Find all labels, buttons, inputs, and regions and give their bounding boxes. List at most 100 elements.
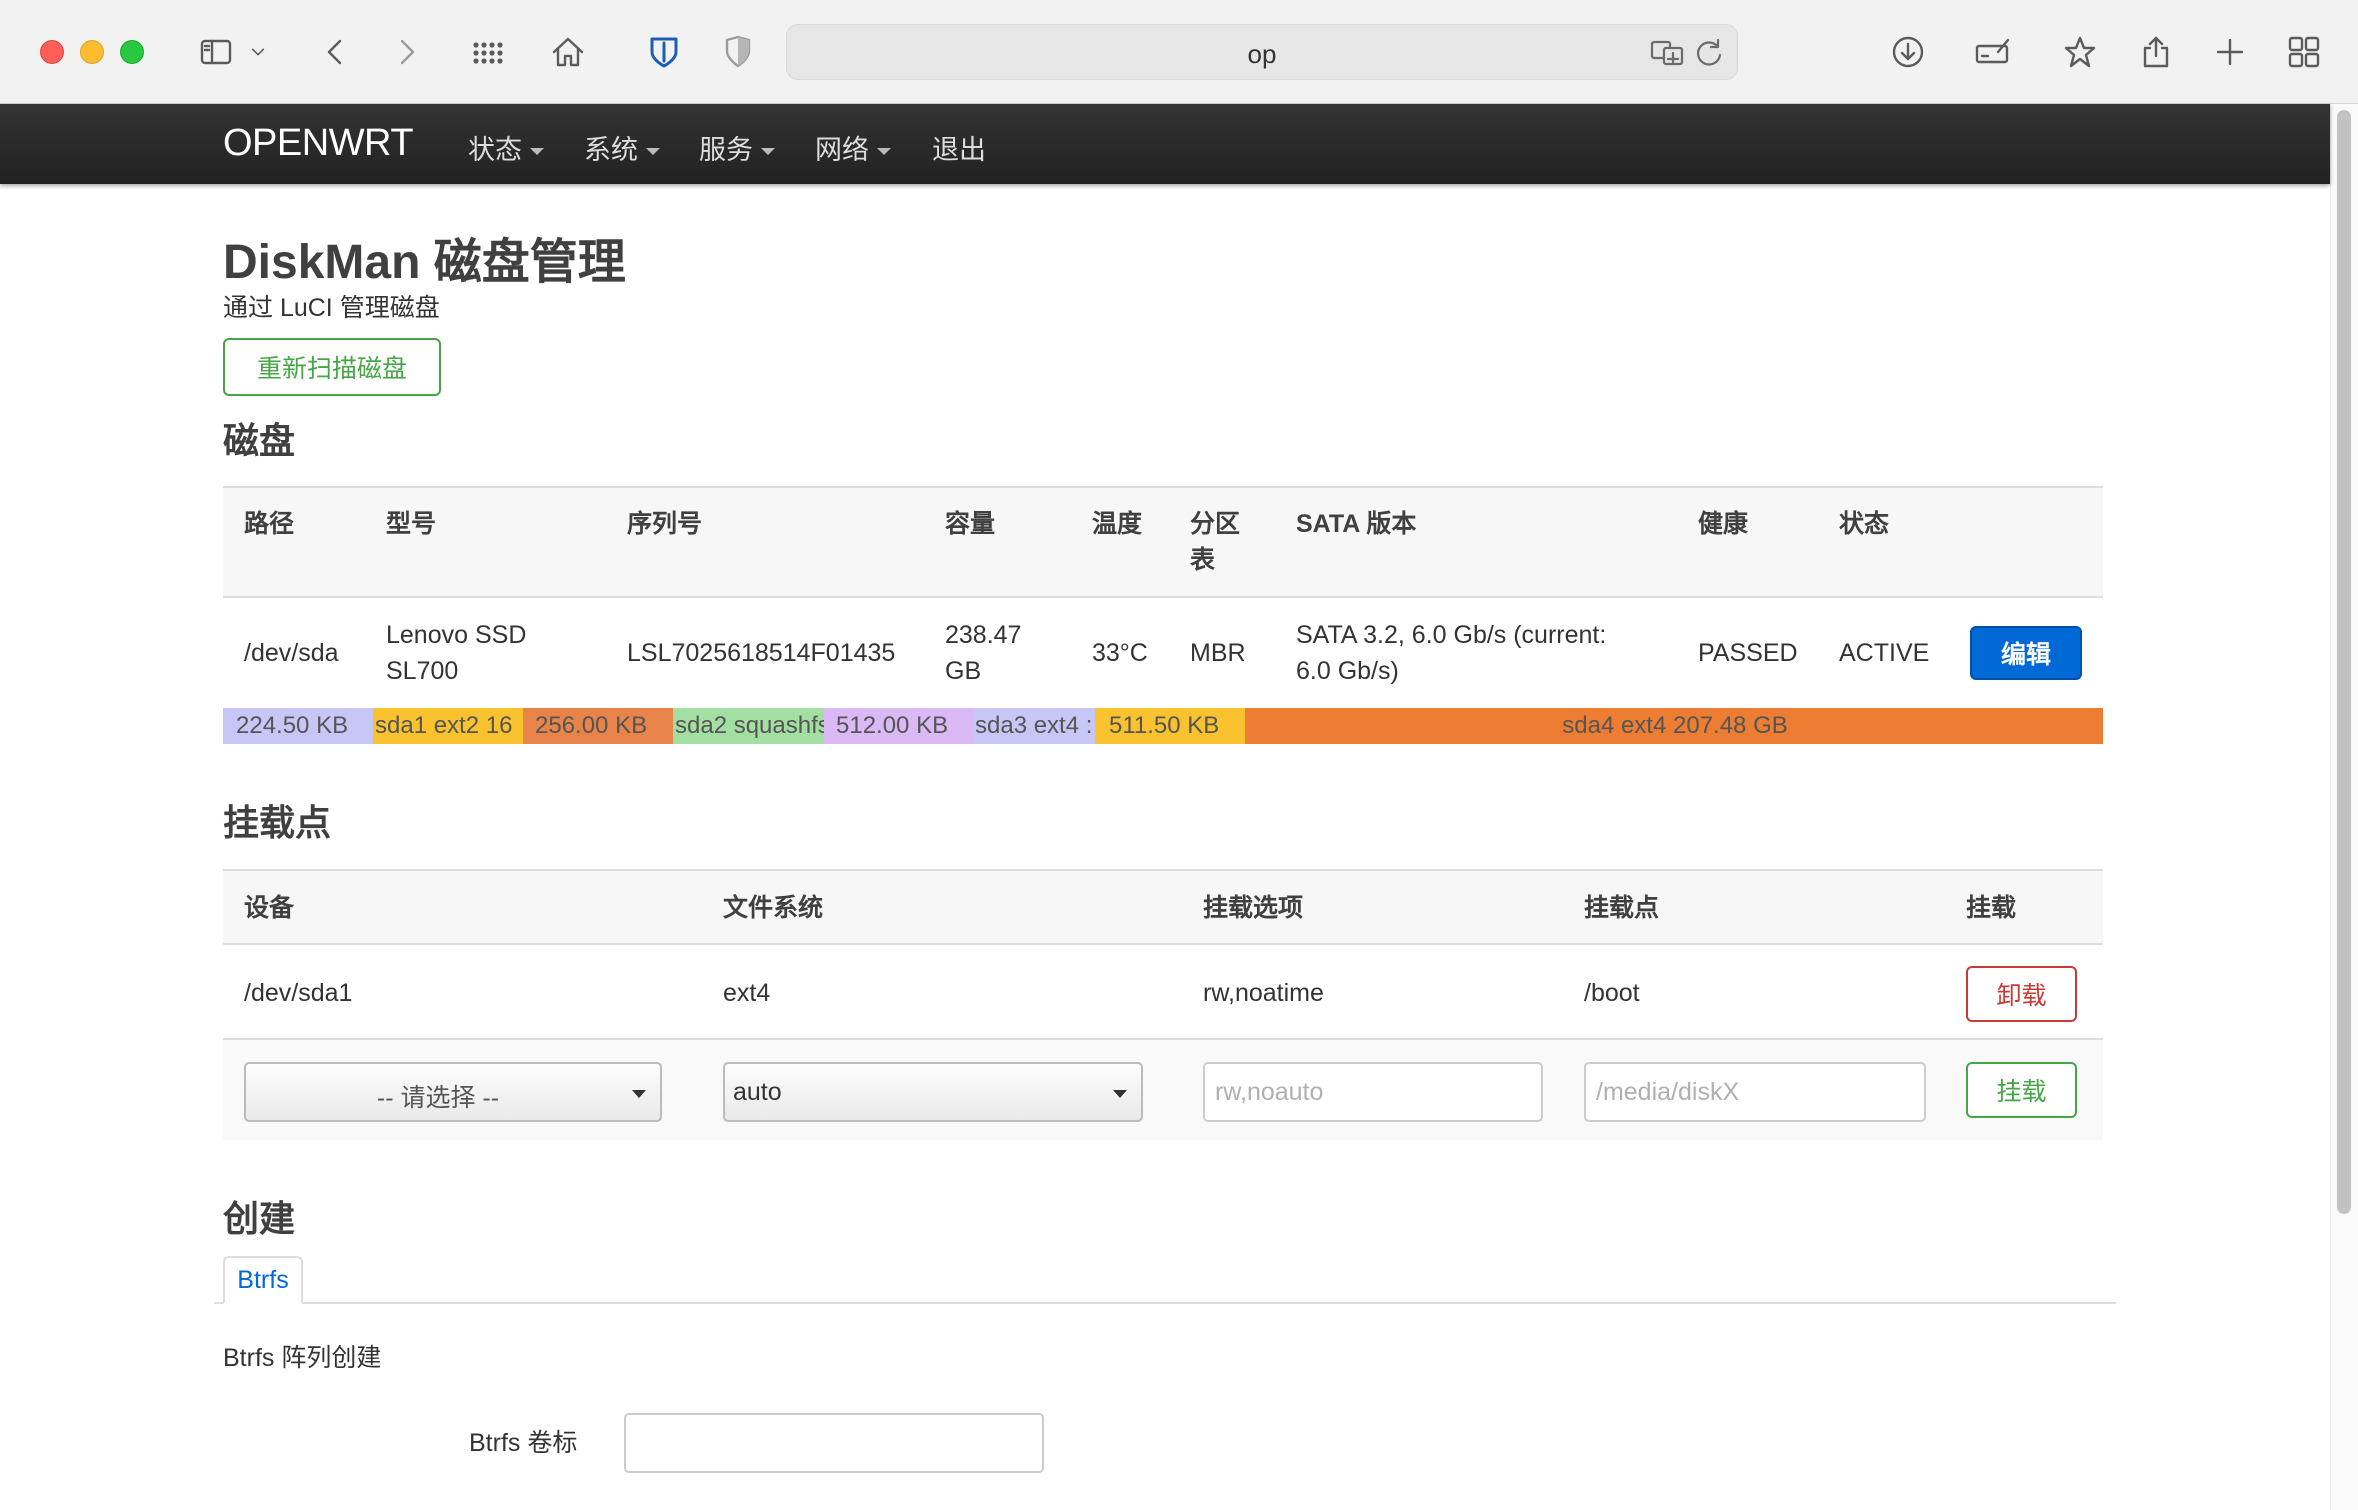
page-subtitle: 通过 LuCI 管理磁盘 xyxy=(223,294,440,322)
rescan-disks-button[interactable]: 重新扫描磁盘 xyxy=(223,338,441,396)
home-icon[interactable] xyxy=(542,26,594,78)
nav-network-label: 网络 xyxy=(815,135,869,165)
nav-network[interactable]: 网络 xyxy=(815,128,891,167)
col-sata-version: SATA 版本 xyxy=(1296,510,1417,538)
partition-label: sda3 ext4 : xyxy=(975,712,1093,739)
col-partition-table: 分区 表 xyxy=(1190,510,1241,574)
partition-segment[interactable]: sda1 ext2 16 xyxy=(373,708,523,744)
create-heading: 创建 xyxy=(223,1198,296,1239)
partition-segment[interactable]: sda3 ext4 : xyxy=(973,708,1095,744)
col-mount-action: 挂载 xyxy=(1966,894,2017,922)
col-serial: 序列号 xyxy=(627,510,703,538)
partition-label: sda1 ext2 16 xyxy=(375,712,513,739)
url-text: op xyxy=(1247,39,1277,69)
grid-apps-icon[interactable] xyxy=(460,26,512,78)
col-capacity: 容量 xyxy=(945,510,996,538)
select-arrow-icon xyxy=(1113,1090,1127,1098)
col-mount-options: 挂载选项 xyxy=(1203,894,1304,922)
disk-serial: LSL7025618514F01435 xyxy=(627,639,896,667)
partition-segment[interactable]: 511.50 KB xyxy=(1095,708,1245,744)
chevron-down-icon[interactable] xyxy=(244,26,272,78)
disk-status: ACTIVE xyxy=(1839,639,1930,667)
btrfs-label-input[interactable] xyxy=(624,1413,1044,1473)
caret-down-icon xyxy=(761,148,775,156)
minimize-window-button[interactable] xyxy=(80,40,104,64)
mount-point-input[interactable] xyxy=(1584,1062,1926,1122)
partition-label: 256.00 KB xyxy=(535,712,648,739)
mount-filesystem: ext4 xyxy=(723,979,771,1007)
col-mount-point: 挂载点 xyxy=(1584,894,1660,922)
partition-label: sda4 ext4 207.48 GB xyxy=(1562,712,1788,739)
partition-segment[interactable]: 224.50 KB xyxy=(223,708,373,744)
translate-icon[interactable] xyxy=(1649,35,1685,71)
partition-label: 512.00 KB xyxy=(836,712,949,739)
disk-model: Lenovo SSD SL700 xyxy=(386,621,527,685)
page-title: DiskMan 磁盘管理 xyxy=(223,236,626,289)
device-select[interactable]: -- 请选择 -- xyxy=(244,1062,662,1122)
partition-segment[interactable]: 256.00 KB xyxy=(523,708,673,744)
disk-temperature: 33°C xyxy=(1092,639,1148,667)
disk-path: /dev/sda xyxy=(244,639,339,667)
caret-down-icon xyxy=(530,148,544,156)
nav-logout[interactable]: 退出 xyxy=(932,128,986,167)
new-tab-icon[interactable] xyxy=(2204,26,2256,78)
col-model: 型号 xyxy=(386,510,437,538)
nav-services[interactable]: 服务 xyxy=(699,128,775,167)
nav-system-label: 系统 xyxy=(584,135,638,165)
mount-options-input[interactable] xyxy=(1203,1062,1543,1122)
caret-down-icon xyxy=(646,148,660,156)
mount-device: /dev/sda1 xyxy=(244,979,353,1007)
partition-segment[interactable]: sda4 ext4 207.48 GB xyxy=(1245,708,2103,744)
browser-toolbar: op xyxy=(0,0,2358,104)
tab-btrfs[interactable]: Btrfs xyxy=(223,1256,303,1304)
partition-segment[interactable]: sda2 squashfs xyxy=(673,708,824,744)
col-filesystem: 文件系统 xyxy=(723,894,824,922)
unmount-button[interactable]: 卸载 xyxy=(1966,966,2077,1022)
partition-label: 224.50 KB xyxy=(236,712,349,739)
bookmark-star-icon[interactable] xyxy=(2054,26,2106,78)
mount-button[interactable]: 挂载 xyxy=(1966,1062,2077,1118)
partition-label: 511.50 KB xyxy=(1109,712,1220,739)
disk-sata-version: SATA 3.2, 6.0 Gb/s (current: 6.0 Gb/s) xyxy=(1296,621,1607,685)
disk-health: PASSED xyxy=(1698,639,1798,667)
partition-segment[interactable]: 512.00 KB xyxy=(824,708,973,744)
disks-heading: 磁盘 xyxy=(223,420,296,461)
tab-overview-icon[interactable] xyxy=(2278,26,2330,78)
disks-table-header xyxy=(223,486,2103,598)
sidebar-toggle-icon[interactable] xyxy=(190,26,242,78)
share-icon[interactable] xyxy=(2130,26,2182,78)
col-path: 路径 xyxy=(244,510,295,538)
nav-services-label: 服务 xyxy=(699,135,753,165)
zoom-window-button[interactable] xyxy=(120,40,144,64)
filesystem-select[interactable]: auto xyxy=(723,1062,1143,1122)
nav-system[interactable]: 系统 xyxy=(584,128,660,167)
forward-icon[interactable] xyxy=(380,26,432,78)
privacy-shield-icon[interactable] xyxy=(712,26,764,78)
scrollbar-thumb[interactable] xyxy=(2337,110,2351,1214)
bitwarden-shield-icon[interactable] xyxy=(638,26,690,78)
partition-label: sda2 squashfs xyxy=(675,712,824,739)
address-bar[interactable]: op xyxy=(786,24,1738,80)
mounts-heading: 挂载点 xyxy=(223,802,332,843)
edit-disk-button[interactable]: 编辑 xyxy=(1970,626,2082,680)
col-device: 设备 xyxy=(244,894,295,922)
close-window-button[interactable] xyxy=(40,40,64,64)
btrfs-section-title: Btrfs 阵列创建 xyxy=(223,1344,382,1372)
disk-capacity: 238.47 GB xyxy=(945,621,1022,685)
col-status: 状态 xyxy=(1839,510,1890,538)
downloads-icon[interactable] xyxy=(1882,26,1934,78)
reload-icon[interactable] xyxy=(1691,35,1727,71)
select-arrow-icon xyxy=(632,1090,646,1098)
create-tabs-line xyxy=(214,1302,2116,1304)
openwrt-navbar: OPENWRT 状态 系统 服务 网络 退出 xyxy=(0,104,2330,184)
partition-bar: 224.50 KB sda1 ext2 16 256.00 KB sda2 sq… xyxy=(223,708,2103,744)
btrfs-label-field-label: Btrfs 卷标 xyxy=(469,1429,578,1457)
filesystem-select-value: auto xyxy=(733,1078,782,1106)
nav-logout-label: 退出 xyxy=(932,135,986,165)
brand-logo[interactable]: OPENWRT xyxy=(223,122,414,165)
back-icon[interactable] xyxy=(310,26,362,78)
edit-sign-icon[interactable] xyxy=(1966,26,2018,78)
nav-status[interactable]: 状态 xyxy=(468,128,544,167)
device-select-value: -- 请选择 -- xyxy=(376,1084,500,1112)
caret-down-icon xyxy=(877,148,891,156)
